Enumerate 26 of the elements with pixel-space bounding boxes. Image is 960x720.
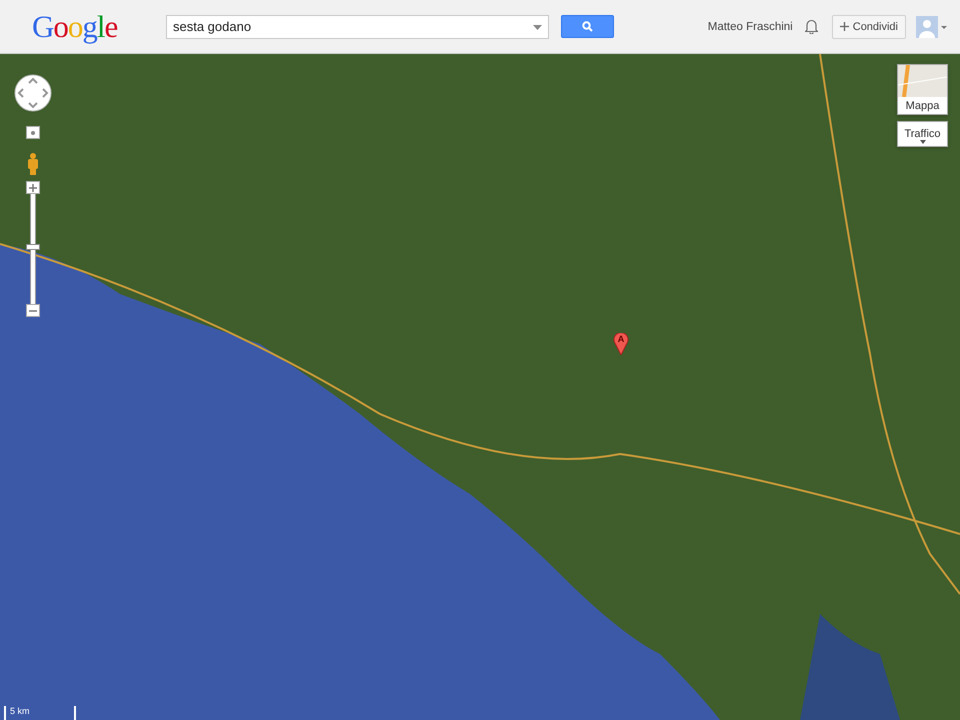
share-button[interactable]: Condividi	[832, 14, 906, 38]
zoom-out-button[interactable]	[26, 304, 40, 317]
marker-label: A	[616, 334, 626, 344]
scale-bar: 5 km	[4, 706, 76, 720]
caret-icon	[920, 140, 926, 144]
map-layer-button[interactable]: Mappa	[897, 64, 948, 115]
google-logo[interactable]: Google	[32, 8, 120, 44]
pan-control-icon[interactable]	[14, 74, 52, 112]
map-pin-icon[interactable]	[613, 333, 629, 355]
home-button[interactable]	[26, 126, 40, 139]
plus-icon	[840, 22, 849, 31]
satellite-map[interactable]: Mappa Traffico A 5 km	[0, 54, 960, 720]
dot-icon	[31, 130, 35, 134]
search-button[interactable]	[561, 15, 614, 38]
search-field[interactable]: sesta godano	[166, 14, 549, 38]
zoom-slider-thumb[interactable]	[26, 244, 40, 250]
plus-icon	[29, 184, 37, 192]
map-layer-button[interactable]: Traffico	[897, 121, 948, 147]
search-icon	[582, 21, 593, 32]
pegman-icon[interactable]	[27, 153, 39, 175]
bell-icon[interactable]	[804, 19, 818, 34]
minus-icon	[29, 310, 37, 312]
caret-icon	[533, 24, 542, 30]
map-thumbnail-icon	[898, 65, 947, 97]
user-name[interactable]: Matteo Fraschini	[708, 20, 793, 32]
zoom-in-button[interactable]	[26, 181, 40, 194]
